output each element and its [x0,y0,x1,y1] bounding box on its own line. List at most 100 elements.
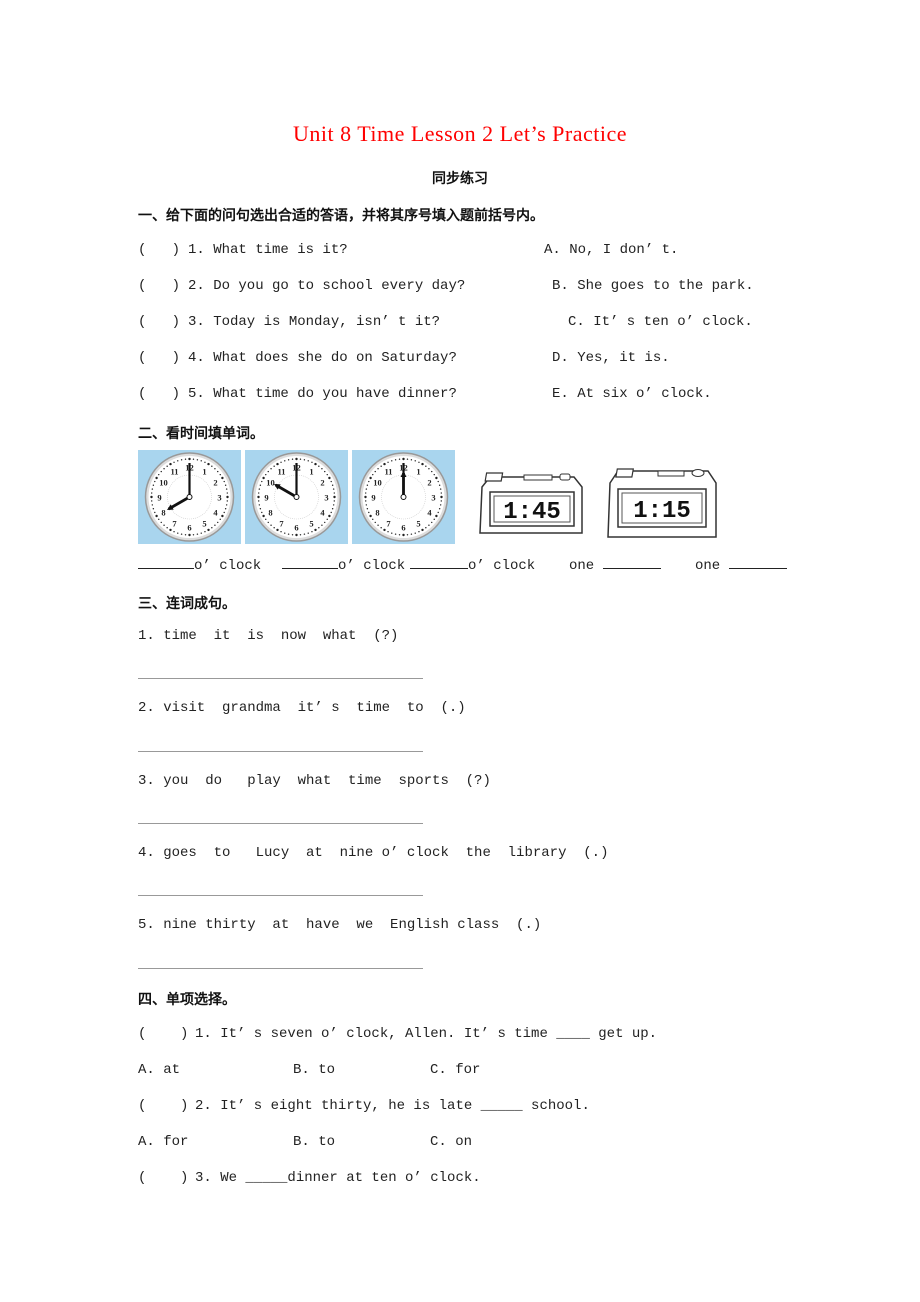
question-bracket[interactable]: ( ) [138,242,180,258]
question-bracket[interactable]: ( ) [138,314,180,330]
minute-tick [280,461,282,463]
minute-tick [262,514,265,518]
hour-numeral: 1 [416,467,420,477]
minute-tick [398,458,401,460]
question-text: 2. Do you go to school every day? [188,278,466,294]
minute-tick [299,458,302,460]
minute-tick [280,531,282,533]
minute-tick [217,470,219,473]
minute-tick [224,484,227,486]
minute-tick [291,458,294,460]
minute-tick [204,531,206,533]
minute-tick [333,492,335,494]
question-bracket[interactable]: ( ) [138,350,180,366]
minute-tick [428,524,430,526]
minute-tick [421,528,424,532]
mc-bracket[interactable]: ( ) [138,1098,188,1114]
minute-tick [366,508,369,510]
minute-tick [303,459,306,461]
minute-tick [440,500,442,502]
minute-tick [383,462,386,466]
mc-option: A. at [138,1062,181,1078]
minute-tick [440,495,443,499]
minute-tick [265,473,267,476]
minute-tick [261,480,263,483]
minute-tick [155,476,158,480]
minute-tick [160,470,162,473]
minute-tick [221,514,224,518]
minute-tick [394,459,397,461]
mc-bracket[interactable]: ( ) [138,1026,188,1042]
question-bracket[interactable]: ( ) [138,278,180,294]
minute-tick [226,500,228,502]
minute-tick [364,495,367,499]
hour-numeral: 6 [294,523,298,533]
minute-tick [224,508,227,510]
minute-tick [433,473,435,476]
question-text: 1. What time is it? [188,242,348,258]
minute-tick [188,533,191,537]
hour-numeral: 3 [217,493,221,503]
minute-tick [169,462,172,466]
minute-tick [425,465,427,467]
minute-tick [259,508,262,510]
minute-tick [439,488,442,490]
fill-label: one [695,558,721,574]
mc-option: A. for [138,1134,189,1150]
minute-tick [180,459,183,461]
minute-tick [333,495,336,499]
minute-tick [331,484,334,486]
fill-blank-2[interactable] [282,556,338,569]
hour-numeral: 9 [264,493,268,503]
fill-blank-3[interactable] [410,556,468,569]
minute-tick [291,534,294,536]
scrambled-sentence: 4. goes to Lucy at nine o’ clock the lib… [138,845,609,861]
minute-tick [180,533,183,535]
digital-clock-1: 1:45 [474,465,586,546]
minute-tick [326,518,328,521]
minute-tick [258,488,261,490]
minute-tick [196,533,199,535]
fill-blank-1[interactable] [138,556,194,569]
question-text: 4. What does she do on Saturday? [188,350,457,366]
minute-tick [369,514,372,518]
hour-numeral: 1 [309,467,313,477]
minute-tick [326,473,328,476]
answer-option: B. She goes to the park. [552,278,754,294]
minute-tick [318,465,320,467]
hour-numeral: 6 [187,523,191,533]
minute-tick [421,462,424,466]
minute-tick [160,521,162,524]
minute-tick [152,508,155,510]
minute-tick [374,521,376,524]
minute-tick [173,461,175,463]
answer-line[interactable] [138,823,423,824]
minute-tick [402,457,405,461]
minute-tick [391,532,393,534]
minute-tick [439,504,442,506]
answer-option: D. Yes, it is. [552,350,670,366]
minute-tick [406,534,409,536]
answer-line[interactable] [138,678,423,679]
answer-line[interactable] [138,968,423,969]
section-2-heading: 二、看时间填单词。 [138,426,264,442]
minute-tick [207,528,210,532]
hour-numeral: 10 [373,478,382,488]
hour-numeral: 8 [161,508,165,518]
minute-tick [398,534,401,536]
fill-blank-5[interactable] [728,556,787,569]
minute-tick [219,518,221,521]
fill-label: o’ clock [468,558,536,574]
minute-tick [368,511,370,514]
answer-line[interactable] [138,895,423,896]
fill-blank-4[interactable] [602,556,661,569]
mc-bracket[interactable]: ( ) [138,1170,188,1186]
minute-tick [391,460,393,462]
minute-tick [333,500,335,502]
minute-tick [369,476,372,480]
question-bracket[interactable]: ( ) [138,386,180,402]
minute-tick [276,462,279,466]
answer-line[interactable] [138,751,423,752]
hour-numeral: 3 [324,493,328,503]
hour-numeral: 8 [375,508,379,518]
